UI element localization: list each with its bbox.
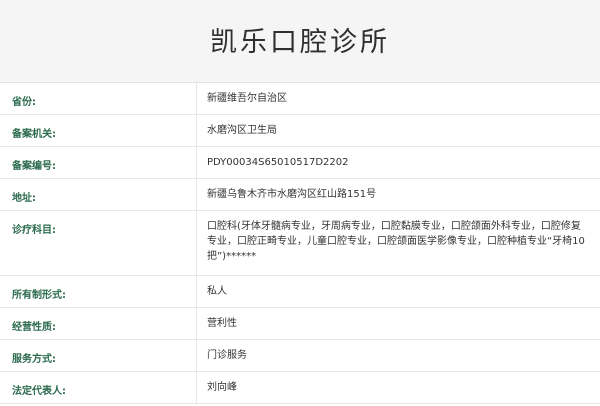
row-label: 诊疗科目: (0, 211, 197, 275)
row-value: PDY00034S65010517D2202 (207, 157, 349, 168)
table-row-record-number: 备案编号: PDY00034S65010517D2202 (0, 147, 600, 179)
info-table: 省份: 新疆维吾尔自治区 备案机关: 水磨沟区卫生局 备案编号: PDY0003… (0, 83, 600, 404)
table-row-departments: 诊疗科目: 口腔科(牙体牙髓病专业，牙周病专业，口腔黏膜专业，口腔颌面外科专业，… (0, 211, 600, 276)
table-row-business-nature: 经营性质: 营利性 (0, 308, 600, 340)
row-value: 刘向峰 (207, 382, 237, 393)
row-value: 新疆乌鲁木齐市水磨沟区红山路151号 (207, 189, 377, 200)
row-label: 备案编号: (0, 147, 197, 178)
row-label: 备案机关: (0, 115, 197, 146)
table-row-legal-rep: 法定代表人: 刘向峰 (0, 372, 600, 404)
row-label: 法定代表人: (0, 372, 197, 403)
row-value: 门诊服务 (207, 350, 247, 361)
row-value: 口腔科(牙体牙髓病专业，牙周病专业，口腔黏膜专业，口腔颌面外科专业，口腔修复专业… (207, 221, 585, 262)
row-value: 私人 (207, 286, 227, 297)
page-header: 凯乐口腔诊所 (0, 0, 600, 83)
row-label: 服务方式: (0, 340, 197, 371)
table-row-province: 省份: 新疆维吾尔自治区 (0, 83, 600, 115)
table-row-service-mode: 服务方式: 门诊服务 (0, 340, 600, 372)
row-value: 营利性 (207, 318, 237, 329)
page-title: 凯乐口腔诊所 (210, 26, 390, 58)
table-row-address: 地址: 新疆乌鲁木齐市水磨沟区红山路151号 (0, 179, 600, 211)
row-label: 经营性质: (0, 308, 197, 339)
table-row-authority: 备案机关: 水磨沟区卫生局 (0, 115, 600, 147)
row-label: 所有制形式: (0, 276, 197, 307)
row-value: 新疆维吾尔自治区 (207, 93, 287, 104)
table-row-ownership: 所有制形式: 私人 (0, 276, 600, 308)
row-label: 省份: (0, 83, 197, 114)
row-label: 地址: (0, 179, 197, 210)
row-value: 水磨沟区卫生局 (207, 125, 277, 136)
